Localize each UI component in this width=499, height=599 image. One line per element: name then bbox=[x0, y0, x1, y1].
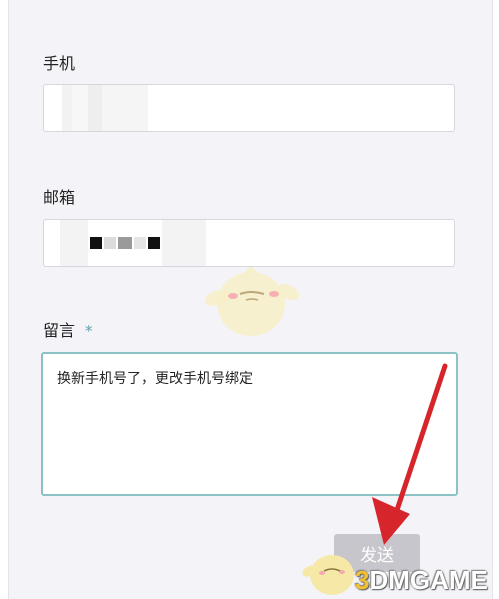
send-button-label: 发送 bbox=[360, 545, 394, 566]
email-field[interactable] bbox=[43, 219, 455, 267]
message-label: 留言 * bbox=[43, 321, 93, 340]
required-asterisk: * bbox=[85, 322, 93, 340]
right-edge bbox=[492, 0, 499, 599]
site-watermark: 3DMGAME bbox=[355, 565, 488, 595]
message-textarea[interactable]: 换新手机号了，更改手机号绑定 bbox=[41, 352, 458, 496]
left-edge bbox=[0, 0, 9, 599]
mascot-watermark-icon bbox=[204, 267, 300, 336]
phone-label: 手机 bbox=[43, 54, 76, 73]
phone-field[interactable] bbox=[43, 84, 455, 132]
message-text: 换新手机号了，更改手机号绑定 bbox=[57, 371, 253, 387]
email-label: 邮箱 bbox=[43, 188, 76, 207]
